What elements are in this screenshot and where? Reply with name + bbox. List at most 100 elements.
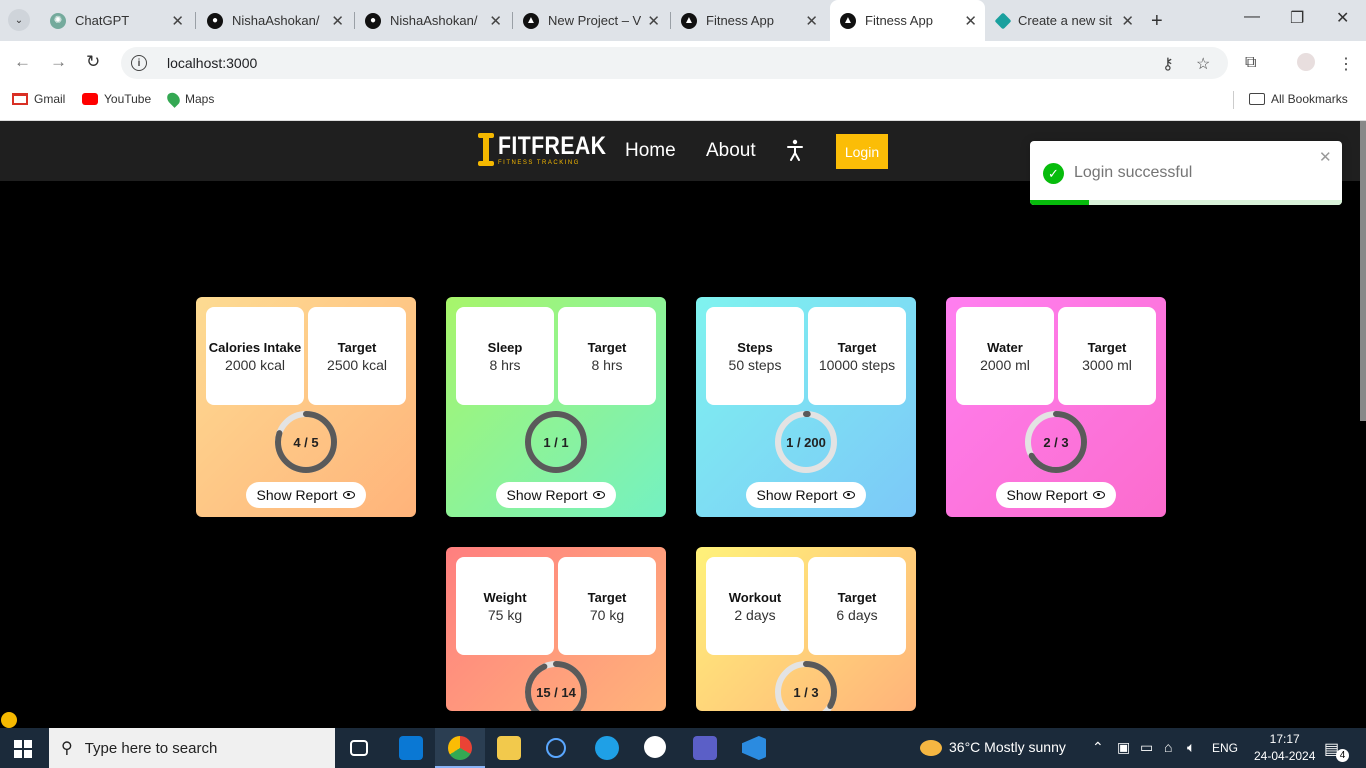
close-tab-icon[interactable]: ✕ (964, 12, 977, 30)
youtube-icon (82, 93, 98, 105)
all-bookmarks[interactable]: All Bookmarks (1249, 92, 1348, 106)
new-tab-plus-icon[interactable]: + (1151, 10, 1163, 33)
nav-home-link[interactable]: Home (625, 140, 676, 162)
eye-icon (343, 491, 356, 499)
vercel-icon: ▲ (523, 12, 539, 29)
progress-text: 2 / 3 (1043, 434, 1069, 450)
profile-avatar[interactable] (1297, 53, 1315, 71)
close-tab-icon[interactable]: ✕ (331, 12, 344, 30)
target-value-box: Target 2500 kcal (308, 307, 406, 405)
bookmark-star-icon[interactable]: ☆ (1196, 54, 1210, 74)
bookmarks-divider (1233, 91, 1234, 109)
page-scrollbar[interactable] (1360, 121, 1366, 421)
metric-value: 8 hrs (489, 356, 521, 373)
app-icon[interactable] (546, 738, 566, 758)
tab-create-site[interactable]: Create a new sit ✕ (987, 6, 1142, 35)
progress-ring: 4 / 5 (274, 410, 338, 474)
reload-icon[interactable]: ↻ (86, 52, 100, 72)
bookmark-youtube[interactable]: YouTube (82, 92, 151, 106)
file-explorer-icon[interactable] (497, 736, 521, 760)
tab-title: New Project – V (548, 13, 642, 28)
accessibility-icon[interactable] (786, 139, 804, 161)
input-language[interactable]: ENG (1212, 741, 1238, 755)
chrome-icon (448, 736, 472, 760)
url-text: localhost:3000 (167, 55, 258, 71)
taskbar-clock[interactable]: 17:17 24-04-2024 (1254, 731, 1315, 765)
restore-icon[interactable]: ❐ (1290, 8, 1304, 28)
show-report-label: Show Report (1006, 487, 1088, 503)
windows-start-icon[interactable] (14, 740, 32, 758)
tab-title: Create a new sit (1018, 13, 1112, 28)
edge-icon[interactable] (595, 736, 619, 760)
show-report-button[interactable]: Show Report (246, 482, 366, 508)
card-sleep: Sleep 8 hrs Target 8 hrs 1 / 1 Show Report (446, 297, 666, 517)
forward-arrow-icon[interactable]: → (50, 52, 67, 72)
progress-ring: 2 / 3 (1024, 410, 1088, 474)
network-icon[interactable]: ⌂ (1164, 739, 1172, 755)
menu-kebab-icon[interactable]: ⋮ (1338, 54, 1354, 74)
weather-icon[interactable] (920, 740, 942, 756)
tab-fitness-app-1[interactable]: ▲ Fitness App ✕ (671, 6, 826, 35)
battery-icon[interactable]: ▭ (1140, 739, 1153, 756)
weather-text[interactable]: 36°C Mostly sunny (949, 739, 1066, 755)
login-button[interactable]: Login (836, 134, 888, 169)
target-label: Target (837, 339, 877, 355)
target-label: Target (587, 589, 627, 605)
tab-fitness-app-active[interactable]: ▲ Fitness App ✕ (830, 0, 985, 41)
card-weight: Weight75 kgTarget70 kg15 / 14Show Report (446, 547, 666, 711)
teams-icon[interactable] (693, 736, 717, 760)
nav-about-link[interactable]: About (706, 140, 756, 162)
close-tab-icon[interactable]: ✕ (489, 12, 502, 30)
volume-icon[interactable]: 🔈︎ (1187, 739, 1195, 756)
close-tab-icon[interactable]: ✕ (1121, 12, 1134, 30)
search-icon: ⚲ (61, 740, 73, 757)
tab-chatgpt[interactable]: ✺ ChatGPT ✕ (40, 6, 192, 35)
store-icon[interactable] (399, 736, 423, 760)
address-bar[interactable]: i localhost:3000 (121, 47, 1228, 79)
target-value: 70 kg (589, 606, 625, 623)
mongodb-icon[interactable] (644, 736, 666, 758)
back-arrow-icon[interactable]: ← (14, 52, 31, 72)
close-tab-icon[interactable]: ✕ (805, 12, 818, 30)
floating-helper-dot[interactable] (1, 712, 17, 728)
taskbar-search[interactable]: ⚲ Type here to search (49, 728, 335, 768)
dumbbell-icon (478, 131, 494, 169)
show-report-label: Show Report (256, 487, 338, 503)
github-icon: ● (365, 12, 381, 29)
metric-value-box: Sleep 8 hrs (456, 307, 554, 405)
minimize-icon[interactable]: — (1244, 8, 1260, 26)
fitfreak-logo[interactable]: FITFREAK FITNESS TRACKING (478, 131, 626, 169)
close-tab-icon[interactable]: ✕ (647, 12, 660, 30)
progress-text: 1 / 1 (543, 434, 569, 450)
tab-github-1[interactable]: ● NishaAshokan/ ✕ (197, 6, 352, 35)
toast-message: Login successful (1074, 164, 1193, 181)
target-value-box: Target 10000 steps (808, 307, 906, 405)
tab-github-2[interactable]: ● NishaAshokan/ ✕ (355, 6, 510, 35)
metric-label: Workout (728, 589, 782, 605)
tab-search-button[interactable]: ⌄ (8, 9, 30, 31)
metric-value: 2 days (734, 606, 776, 623)
meet-now-icon[interactable]: ▣ (1117, 739, 1130, 756)
eye-icon (843, 491, 856, 499)
site-info-icon[interactable]: i (131, 55, 147, 71)
close-window-icon[interactable]: ✕ (1336, 8, 1349, 28)
task-view-icon[interactable] (350, 740, 368, 756)
close-tab-icon[interactable]: ✕ (171, 12, 184, 30)
show-report-button[interactable]: Show Report (996, 482, 1116, 508)
toast-close-icon[interactable]: ✕ (1319, 148, 1332, 166)
show-report-button[interactable]: Show Report (746, 482, 866, 508)
search-placeholder: Type here to search (84, 739, 218, 757)
target-value: 6 days (836, 606, 878, 623)
bookmark-gmail[interactable]: Gmail (12, 92, 65, 106)
clock-time: 17:17 (1269, 732, 1300, 746)
tab-title: ChatGPT (75, 13, 130, 28)
target-label: Target (337, 339, 377, 355)
tab-new-project[interactable]: ▲ New Project – V ✕ (513, 6, 668, 35)
show-hidden-icons-chevron-icon[interactable]: ⌃ (1092, 739, 1104, 756)
password-key-icon[interactable]: ⚷ (1162, 54, 1174, 74)
folder-icon (1249, 93, 1265, 105)
bookmark-maps[interactable]: Maps (164, 90, 214, 108)
extensions-puzzle-icon[interactable]: ⧉ (1245, 54, 1256, 72)
show-report-button[interactable]: Show Report (496, 482, 616, 508)
progress-ring: 1 / 200 (774, 410, 838, 474)
